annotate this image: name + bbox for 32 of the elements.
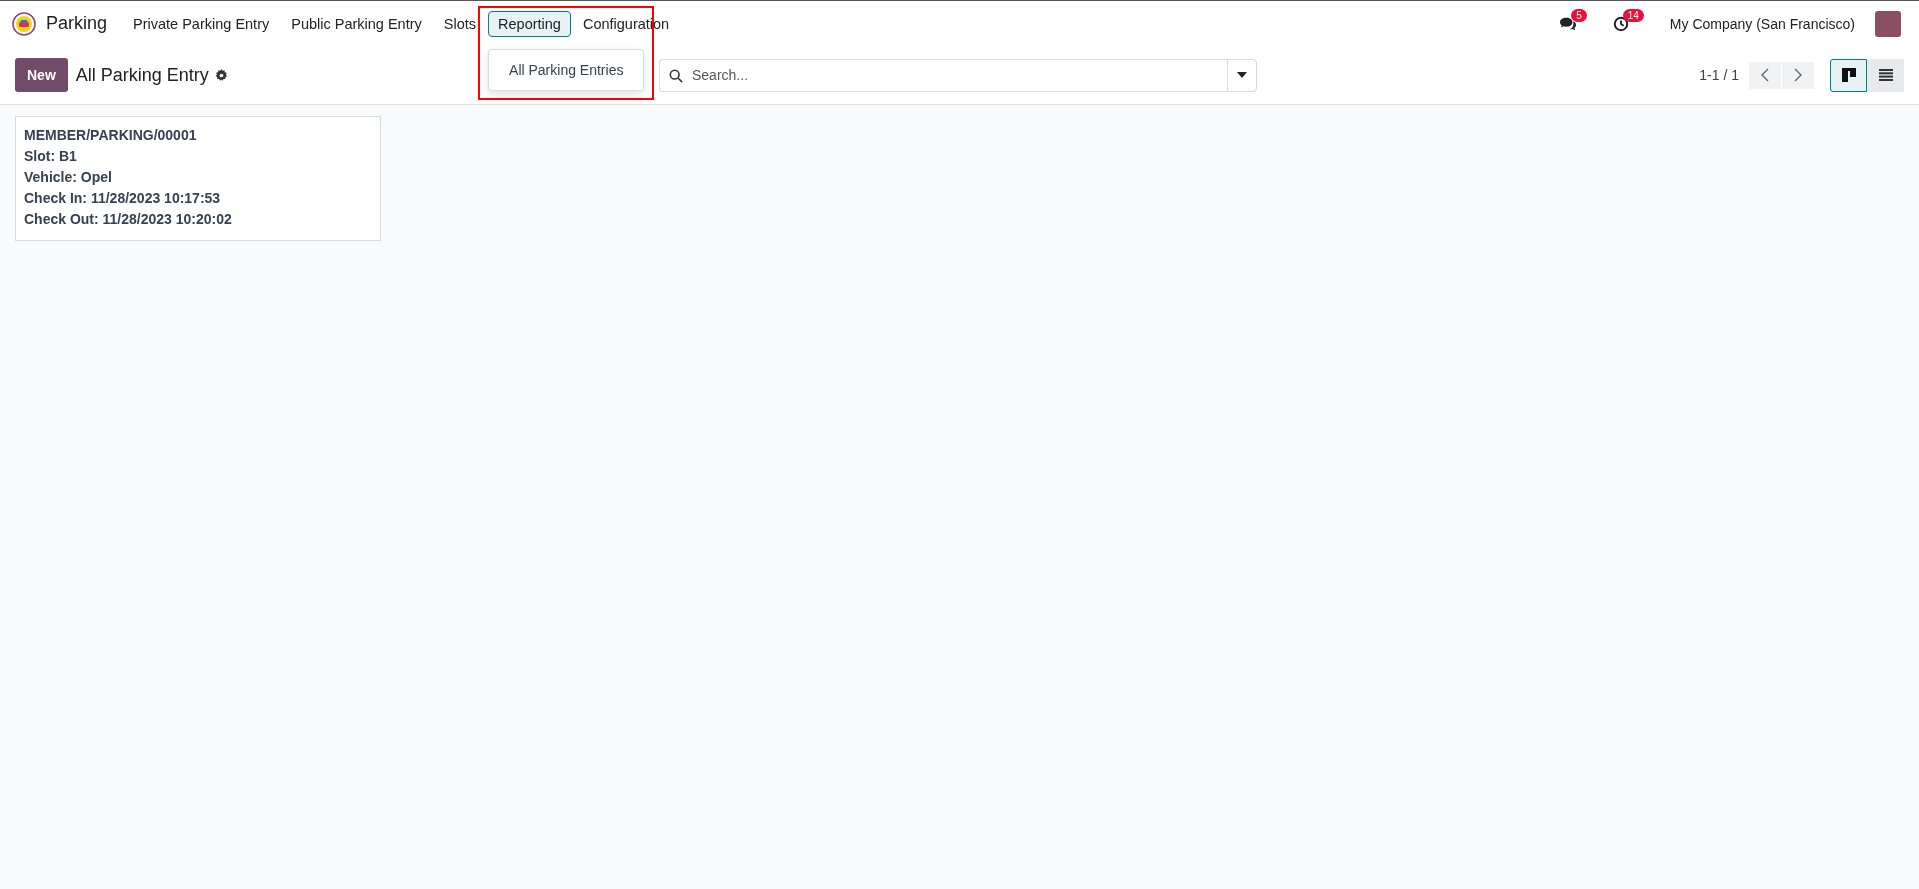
card-text: Check In: 11/28/2023 10:17:53	[24, 189, 222, 208]
card-text: MEMBER/PARKING/00001	[24, 126, 198, 145]
new-button[interactable]: New	[15, 58, 68, 92]
card-text: Vehicle: Opel	[24, 168, 113, 187]
kanban-icon	[1841, 68, 1856, 82]
card-text: Slot: B1	[24, 147, 78, 166]
search-options-toggle[interactable]	[1227, 58, 1257, 92]
chevron-left-icon	[1761, 68, 1769, 82]
list-icon	[1878, 69, 1893, 81]
card-text: Check Out: 11/28/2023 10:20:02	[24, 210, 233, 229]
pager-value[interactable]: 1-1 / 1	[1699, 67, 1739, 83]
notification-badge: 14	[1622, 9, 1644, 22]
app-logo-icon[interactable]	[12, 11, 36, 36]
notification-badge: 5	[1571, 9, 1587, 22]
company-name[interactable]: My Company (San Francisco)	[1669, 15, 1855, 32]
clock-icon[interactable]	[1612, 15, 1629, 32]
menu-item[interactable]: Slots	[433, 10, 487, 37]
page-title: All Parking Entry	[75, 64, 209, 86]
gear-icon[interactable]	[214, 68, 228, 82]
chevron-right-icon	[1794, 68, 1802, 82]
chat-icon[interactable]	[1559, 15, 1578, 32]
kanban-view-button[interactable]	[1830, 58, 1867, 92]
menu-item[interactable]: Reporting	[488, 10, 571, 37]
caret-icon	[1237, 72, 1247, 78]
dropdown-item[interactable]: All Parking Entries	[489, 55, 644, 84]
kanban-card[interactable]: MEMBER/PARKING/00001 Slot: B1 Vehicle: Opel Check In: 11/28/2023 10:17:53 Check Out: 11/28/2023 10:20:02	[15, 116, 381, 241]
avatar[interactable]	[1875, 10, 1901, 37]
menu-item[interactable]: Private Parking Entry	[123, 10, 280, 37]
list-view-button[interactable]	[1867, 58, 1904, 92]
menu-item[interactable]: Public Parking Entry	[281, 10, 432, 37]
app-name[interactable]: Parking	[46, 13, 108, 34]
search-field[interactable]: Search...	[659, 58, 1227, 92]
